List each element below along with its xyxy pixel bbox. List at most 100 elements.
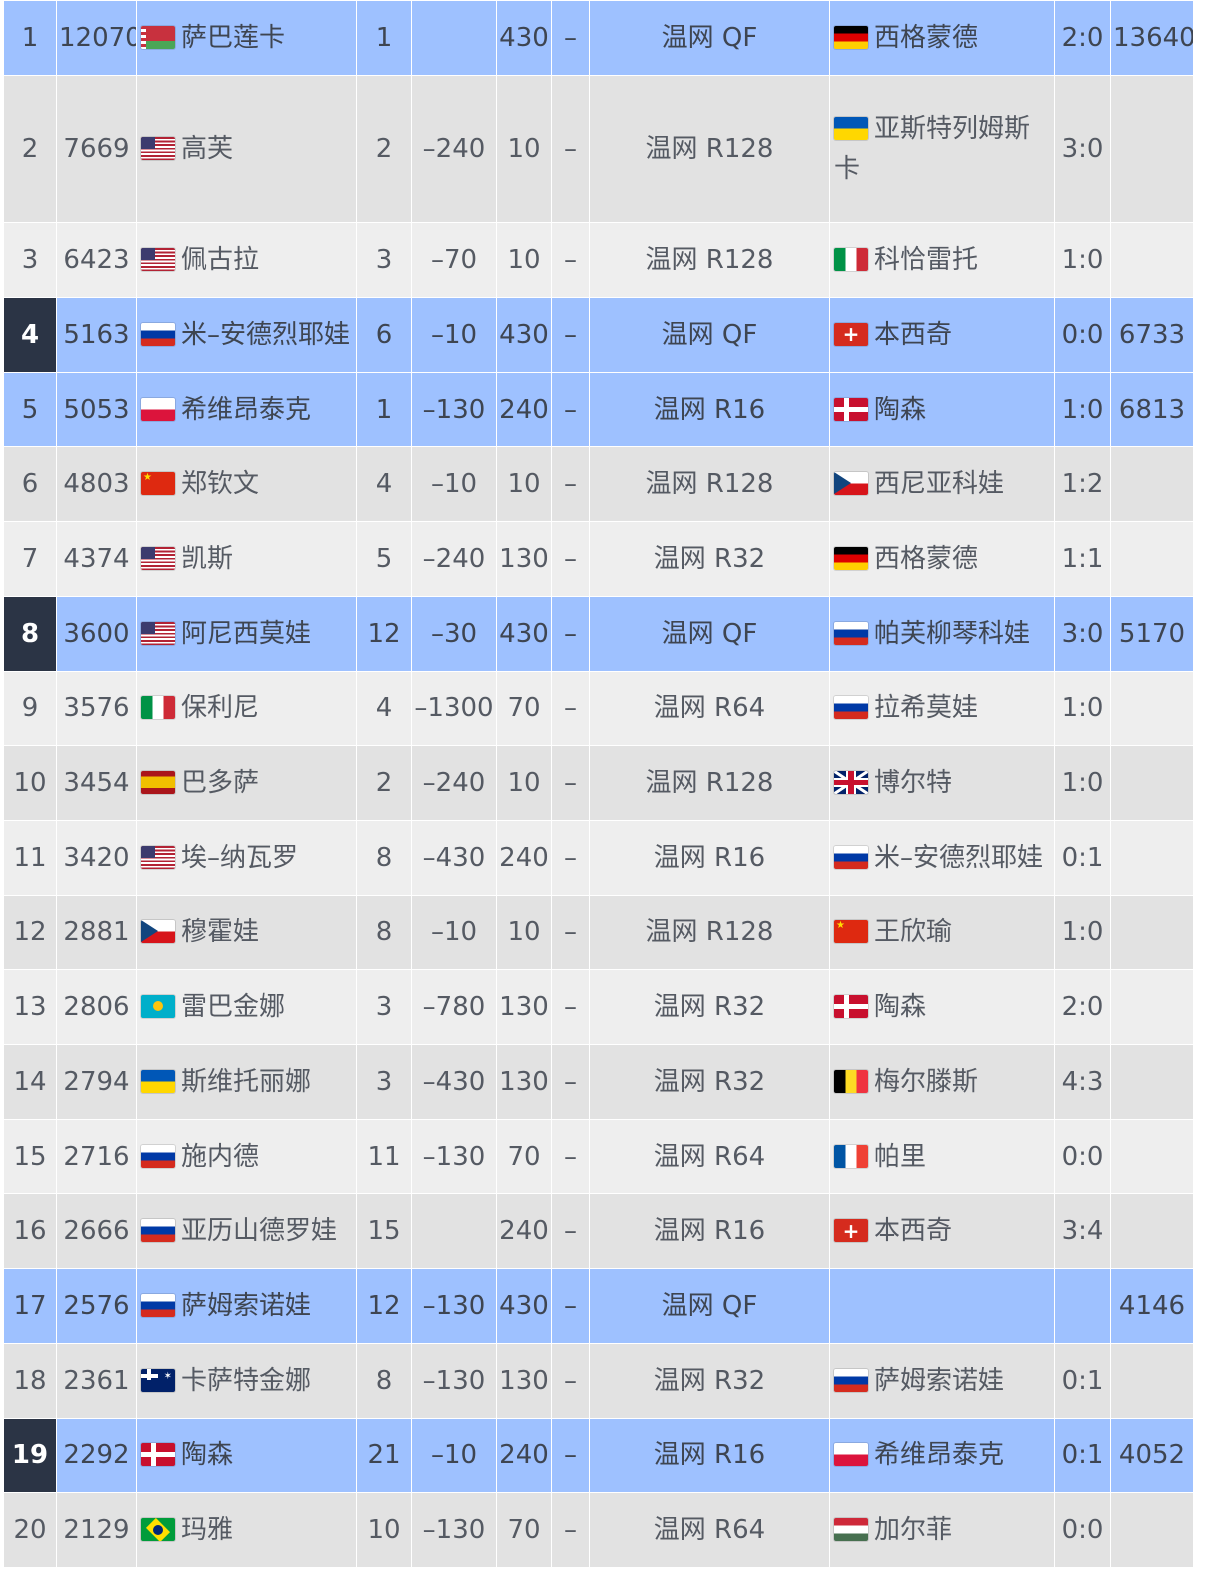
table-row[interactable]: 9 3576 保利尼 4 –1300 70– 温网 R64 拉希莫娃 1:0 — [3, 670, 1194, 747]
table-row[interactable]: 10 3454 巴多萨 2 –240 10– 温网 R128 博尔特 1:0 — [3, 745, 1194, 821]
opponent-cell[interactable]: ★ 王欣瑜 — [829, 894, 1055, 971]
max-points-cell: 13640 — [1110, 0, 1194, 76]
player-cell[interactable]: 斯维托丽娜 — [136, 1044, 357, 1120]
table-row[interactable]: 11 3420 埃–纳瓦罗 8 –430 240– 温网 R16 米–安德烈耶娃 0:1 — [3, 819, 1194, 896]
player-cell[interactable]: 凯斯 — [136, 521, 357, 597]
event-cell: 温网 R32 — [589, 1342, 830, 1419]
rank-cell: 1 — [3, 0, 57, 76]
opponent-cell[interactable]: + 本西奇 — [829, 296, 1055, 373]
player-name: 卡萨特金娜 — [181, 1365, 312, 1396]
player-cell[interactable]: 埃–纳瓦罗 — [136, 819, 357, 896]
player-cell[interactable]: 玛雅 — [136, 1492, 357, 1568]
player-cell[interactable]: ★ 郑钦文 — [136, 446, 357, 523]
player-name: 亚历山德罗娃 — [181, 1216, 338, 1247]
opponent-name: 梅尔滕斯 — [874, 1066, 979, 1097]
table-row[interactable]: 2 7669 高芙 2 –240 10– 温网 R128 亚斯特列姆斯卡 3:0 — [3, 74, 1194, 224]
table-row[interactable]: 5 5053 希维昂泰克 1 –130 240– 温网 R16 陶森 1:0 6813 — [3, 371, 1194, 448]
event-cell: 温网 R32 — [589, 521, 830, 597]
player-cell[interactable]: 陶森 — [136, 1417, 357, 1494]
prev-rank-cell: 5 — [356, 521, 412, 597]
status-cell: – — [551, 74, 590, 224]
table-row[interactable]: 14 2794 斯维托丽娜 3 –430 130– 温网 R32 梅尔滕斯 4:3 — [3, 1044, 1194, 1120]
points-gain-cell: 430 — [496, 1268, 552, 1344]
table-row[interactable]: 17 2576 萨姆索诺娃 12 –130 430– 温网 QF 4146 — [3, 1268, 1194, 1344]
opponent-cell[interactable]: 希维昂泰克 — [829, 1417, 1055, 1494]
table-row[interactable]: 8 3600 阿尼西莫娃 12 –30 430– 温网 QF 帕芙柳琴科娃 3:0 5170 — [3, 595, 1194, 672]
event-cell: 温网 R16 — [589, 1193, 830, 1270]
player-cell[interactable]: 保利尼 — [136, 670, 357, 747]
opponent-cell[interactable]: 帕里 — [829, 1118, 1055, 1195]
opponent-cell[interactable]: 帕芙柳琴科娃 — [829, 595, 1055, 672]
player-cell[interactable]: 亚历山德罗娃 — [136, 1193, 357, 1270]
table-row[interactable]: 12 2881 穆霍娃 8 –10 10– 温网 R128 ★ 王欣瑜 1:0 — [3, 894, 1194, 971]
points-cell: 2129 — [56, 1492, 137, 1568]
opponent-cell[interactable]: 西尼亚科娃 — [829, 446, 1055, 523]
player-cell[interactable]: 巴多萨 — [136, 745, 357, 821]
status-cell: – — [551, 446, 590, 523]
rank-cell: 5 — [3, 371, 57, 448]
table-row[interactable]: 1 12070 萨巴莲卡 1 430– 温网 QF 西格蒙德 2:0 13640 — [3, 0, 1194, 76]
table-row[interactable]: 16 2666 亚历山德罗娃 15 240– 温网 R16 + 本西奇 3:4 — [3, 1193, 1194, 1270]
table-row[interactable]: 4 5163 米–安德烈耶娃 6 –10 430– 温网 QF + 本西奇 0:0 6733 — [3, 296, 1194, 373]
prev-rank-cell: 15 — [356, 1193, 412, 1270]
opponent-cell[interactable]: 萨姆索诺娃 — [829, 1342, 1055, 1419]
status-cell: – — [551, 595, 590, 672]
player-cell[interactable]: 佩古拉 — [136, 222, 357, 298]
prev-rank-cell: 8 — [356, 1342, 412, 1419]
points-cell: 2576 — [56, 1268, 137, 1344]
table-row[interactable]: 6 4803 ★ 郑钦文 4 –10 10– 温网 R128 西尼亚科娃 1:2 — [3, 446, 1194, 523]
opponent-cell[interactable]: + 本西奇 — [829, 1193, 1055, 1270]
opponent-cell[interactable]: 西格蒙德 — [829, 521, 1055, 597]
opponent-cell[interactable]: 亚斯特列姆斯卡 — [829, 74, 1055, 224]
denmark-flag-icon — [834, 995, 868, 1019]
status-cell: – — [551, 296, 590, 373]
max-points-cell: 4146 — [1110, 1268, 1194, 1344]
table-row[interactable]: 13 2806 雷巴金娜 3 –780 130– 温网 R32 陶森 2:0 — [3, 969, 1194, 1046]
status-cell: – — [551, 1193, 590, 1270]
max-points-cell — [1110, 222, 1194, 298]
opponent-name: 本西奇 — [874, 1216, 953, 1247]
rank-cell: 9 — [3, 670, 57, 747]
points-gain-cell: 70 — [496, 1118, 552, 1195]
points-gain-cell: 130 — [496, 969, 552, 1046]
opponent-cell[interactable]: 拉希莫娃 — [829, 670, 1055, 747]
opponent-cell[interactable]: 梅尔滕斯 — [829, 1044, 1055, 1120]
table-row[interactable]: 15 2716 施内德 11 –130 70– 温网 R64 帕里 0:0 — [3, 1118, 1194, 1195]
player-cell[interactable]: 穆霍娃 — [136, 894, 357, 971]
opponent-cell[interactable] — [829, 1268, 1055, 1344]
player-cell[interactable]: 阿尼西莫娃 — [136, 595, 357, 672]
table-row[interactable]: 19 2292 陶森 21 –10 240– 温网 R16 希维昂泰克 0:1 4052 — [3, 1417, 1194, 1494]
opponent-cell[interactable]: 陶森 — [829, 371, 1055, 448]
player-cell[interactable]: ✶ 卡萨特金娜 — [136, 1342, 357, 1419]
table-row[interactable]: 20 2129 玛雅 10 –130 70– 温网 R64 加尔菲 0:0 — [3, 1492, 1194, 1568]
player-cell[interactable]: 萨巴莲卡 — [136, 0, 357, 76]
opponent-cell[interactable]: 陶森 — [829, 969, 1055, 1046]
status-cell: – — [551, 1492, 590, 1568]
russia-flag-icon — [141, 1219, 175, 1243]
opponent-name: 陶森 — [874, 394, 927, 425]
prev-rank-cell: 12 — [356, 595, 412, 672]
event-cell: 温网 R128 — [589, 745, 830, 821]
player-name: 保利尼 — [181, 693, 260, 724]
italy-flag-icon — [141, 696, 175, 720]
opponent-cell[interactable]: 西格蒙德 — [829, 0, 1055, 76]
table-row[interactable]: 18 2361 ✶ 卡萨特金娜 8 –130 130– 温网 R32 萨姆索诺娃 0:1 — [3, 1342, 1194, 1419]
opponent-cell[interactable]: 加尔菲 — [829, 1492, 1055, 1568]
player-cell[interactable]: 施内德 — [136, 1118, 357, 1195]
opponent-cell[interactable]: 米–安德烈耶娃 — [829, 819, 1055, 896]
player-cell[interactable]: 希维昂泰克 — [136, 371, 357, 448]
italy-flag-icon — [834, 248, 868, 272]
opponent-name: 帕里 — [874, 1141, 927, 1172]
player-cell[interactable]: 米–安德烈耶娃 — [136, 296, 357, 373]
opponent-cell[interactable]: 博尔特 — [829, 745, 1055, 821]
table-row[interactable]: 3 6423 佩古拉 3 –70 10– 温网 R128 科恰雷托 1:0 — [3, 222, 1194, 298]
max-points-cell — [1110, 745, 1194, 821]
opponent-name: 加尔菲 — [874, 1515, 953, 1546]
points-drop-cell: –430 — [411, 1044, 497, 1120]
player-cell[interactable]: 高芙 — [136, 74, 357, 224]
player-name: 高芙 — [181, 133, 234, 164]
player-cell[interactable]: 雷巴金娜 — [136, 969, 357, 1046]
opponent-cell[interactable]: 科恰雷托 — [829, 222, 1055, 298]
player-cell[interactable]: 萨姆索诺娃 — [136, 1268, 357, 1344]
table-row[interactable]: 7 4374 凯斯 5 –240 130– 温网 R32 西格蒙德 1:1 — [3, 521, 1194, 597]
